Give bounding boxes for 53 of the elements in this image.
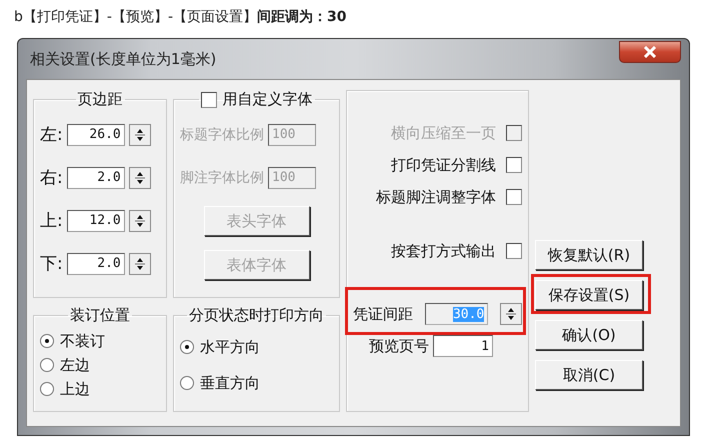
spinner-arrows-icon <box>134 170 145 186</box>
caption-text: b【打印凭证】-【预览】-【页面设置】间距调为：30 <box>14 8 348 27</box>
radio-button[interactable] <box>180 376 194 390</box>
number-field[interactable]: 26.0 <box>66 124 125 146</box>
spin-button[interactable] <box>128 166 151 188</box>
close-button[interactable] <box>619 41 681 63</box>
spinner-arrows-icon <box>134 256 145 272</box>
spin-button[interactable] <box>128 252 151 274</box>
close-icon <box>644 46 656 58</box>
radio-label: 上边 <box>60 380 90 398</box>
field-label: 预览页号 <box>369 336 429 356</box>
field-label: 下: <box>40 253 63 275</box>
spinner-arrows-icon <box>134 126 145 142</box>
radio-button[interactable] <box>40 334 54 348</box>
radio-label: 垂直方向 <box>200 374 260 392</box>
option-label: 标题脚注调整字体 <box>376 188 496 206</box>
checkbox[interactable] <box>506 189 522 205</box>
field-label: 上: <box>40 210 63 232</box>
field-label: 左: <box>40 124 63 146</box>
group-title: 分页状态时打印方向 <box>189 306 324 325</box>
radio-button[interactable] <box>180 340 194 354</box>
field-label: 脚注字体比例 <box>180 168 264 186</box>
radio-label: 不装订 <box>60 332 105 350</box>
spinner-arrows-icon <box>134 212 145 228</box>
field-label: 标题字体比例 <box>180 126 264 144</box>
field-label: 凭证间距 <box>353 304 413 324</box>
number-field[interactable]: 2.0 <box>66 252 125 274</box>
spin-button[interactable] <box>500 303 522 325</box>
dialog-button[interactable]: 确认(O) <box>535 320 643 350</box>
radio-button[interactable] <box>40 358 54 372</box>
option-label: 打印凭证分割线 <box>391 156 496 174</box>
radio-label: 水平方向 <box>200 338 260 356</box>
group-title: 装订位置 <box>70 306 130 325</box>
spinner-arrows-icon <box>506 306 516 322</box>
option-label: 按套打方式输出 <box>391 242 496 260</box>
spin-button[interactable] <box>128 210 151 232</box>
checkbox[interactable] <box>200 92 216 108</box>
checkbox[interactable] <box>506 157 522 173</box>
checkbox[interactable] <box>506 243 522 259</box>
window-title: 相关设置(长度单位为1毫米) <box>30 50 216 68</box>
field-label: 右: <box>40 167 63 189</box>
radio-button[interactable] <box>40 382 54 396</box>
group-title: 页边距 <box>78 90 122 109</box>
checkbox-label: 用自定义字体 <box>222 90 312 109</box>
number-field[interactable]: 2.0 <box>66 166 125 188</box>
radio-label: 左边 <box>60 356 90 374</box>
page-field[interactable]: 1 <box>433 335 493 357</box>
number-field[interactable]: 12.0 <box>66 210 125 232</box>
spin-button[interactable] <box>128 124 151 146</box>
option-label: 横向压缩至一页 <box>391 124 496 142</box>
dialog-button[interactable]: 恢复默认(R) <box>535 240 643 270</box>
dialog-button[interactable]: 取消(C) <box>535 360 643 390</box>
dialog-button[interactable]: 保存设置(S) <box>535 280 643 310</box>
